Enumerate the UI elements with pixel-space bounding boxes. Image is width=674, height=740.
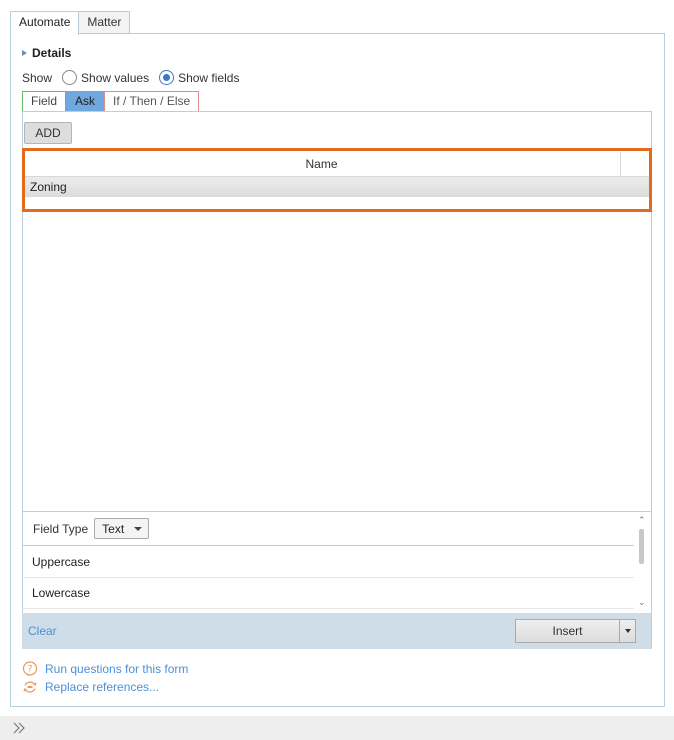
- field-type-label: Field Type: [33, 521, 89, 536]
- expand-triangle-icon: [22, 50, 27, 56]
- name-column-header[interactable]: Name: [23, 152, 621, 177]
- sub-tab-strip: Field Ask If / Then / Else: [22, 91, 200, 112]
- format-option-lowercase[interactable]: Lowercase: [22, 578, 634, 609]
- run-questions-label: Run questions for this form: [45, 662, 189, 676]
- details-label: Details: [32, 46, 72, 60]
- scrollbar-thumb[interactable]: [639, 529, 644, 564]
- add-button[interactable]: ADD: [24, 122, 72, 144]
- show-fields-option[interactable]: Show fields: [159, 70, 239, 85]
- tab-ask[interactable]: Ask: [66, 91, 105, 112]
- insert-button[interactable]: Insert: [515, 619, 620, 643]
- scroll-up-icon[interactable]: ⌃: [638, 515, 646, 525]
- svg-text:?: ?: [28, 665, 33, 675]
- grid-header: Name: [23, 152, 650, 177]
- replace-references-link[interactable]: Replace references...: [22, 679, 159, 695]
- tab-if-then-else[interactable]: If / Then / Else: [104, 91, 200, 112]
- show-fields-radio[interactable]: [159, 70, 175, 85]
- question-circle-icon: ?: [22, 661, 38, 676]
- tab-field[interactable]: Field: [22, 91, 67, 112]
- action-bar: Clear Insert: [22, 613, 651, 649]
- run-questions-link[interactable]: ? Run questions for this form: [22, 661, 188, 677]
- tab-automate[interactable]: Automate: [10, 11, 80, 35]
- double-chevron-right-icon[interactable]: [11, 720, 27, 736]
- details-expander[interactable]: Details: [22, 46, 71, 60]
- field-type-dropdown[interactable]: Text: [94, 518, 150, 539]
- clear-link[interactable]: Clear: [28, 624, 57, 638]
- insert-dropdown-button[interactable]: [619, 619, 636, 643]
- field-type-row: Field Type Text: [22, 512, 634, 546]
- field-type-value: Text: [102, 521, 125, 536]
- chevron-down-icon: [134, 526, 143, 531]
- format-options-panel: Field Type Text Uppercase Lowercase: [22, 511, 651, 611]
- format-option-uppercase[interactable]: Uppercase: [22, 547, 634, 578]
- footer-bar: [0, 716, 674, 740]
- show-label: Show: [22, 70, 53, 85]
- tab-matter[interactable]: Matter: [78, 11, 131, 34]
- replace-references-label: Replace references...: [45, 680, 160, 694]
- show-values-option[interactable]: Show values: [62, 70, 149, 85]
- top-tab-strip: Automate Matter: [10, 11, 131, 35]
- show-values-label: Show values: [81, 70, 150, 85]
- scroll-down-icon[interactable]: ⌄: [638, 597, 646, 607]
- grid-row-zoning[interactable]: Zoning: [23, 177, 650, 197]
- show-fields-label: Show fields: [178, 70, 240, 85]
- format-list-scrollbar[interactable]: ⌃ ⌄: [634, 512, 650, 610]
- show-options: Show Show values Show fields: [22, 70, 239, 85]
- show-values-radio[interactable]: [62, 70, 78, 85]
- refresh-icon: [23, 681, 37, 693]
- questions-grid: Name Zoning: [22, 149, 651, 511]
